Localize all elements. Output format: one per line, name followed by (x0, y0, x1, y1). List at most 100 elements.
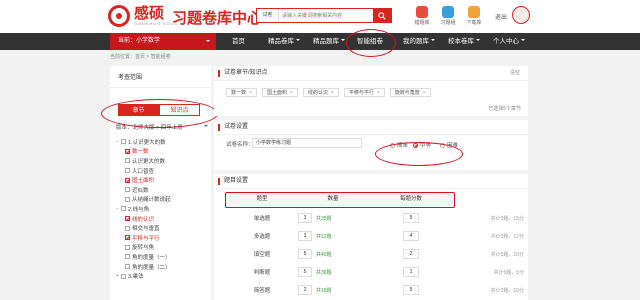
tree-section[interactable]: 旋转与角 (116, 243, 208, 253)
wrong-questions-button[interactable]: 错题库 (410, 6, 434, 26)
checkbox[interactable] (121, 206, 126, 212)
count-input[interactable]: 5 (298, 267, 312, 277)
search-button[interactable] (373, 9, 391, 22)
score-input[interactable]: 5 (403, 285, 419, 295)
subject-selector[interactable]: 当前：小学数学 (110, 33, 216, 50)
nav-school-papers[interactable]: 校本卷库 (448, 33, 480, 50)
checkbox[interactable] (125, 148, 130, 154)
logout-link[interactable]: 退出 (495, 12, 507, 21)
tree-section[interactable]: 线的认识 (116, 214, 208, 224)
nav-premium-questions[interactable]: 精品题库 (313, 33, 345, 50)
checkbox[interactable] (125, 168, 130, 174)
panel-title: 题目设置 (214, 174, 528, 189)
tree-label: 相交与垂直 (132, 226, 160, 233)
clear-button[interactable]: 清空 (510, 66, 520, 81)
count-input[interactable]: 5 (298, 249, 312, 259)
tree-section[interactable]: 角的度量（一） (116, 252, 208, 262)
checkbox[interactable] (125, 225, 130, 231)
highlight-rect (225, 192, 455, 208)
close-icon[interactable]: × (290, 89, 293, 97)
row-total: 共计5题，10分 (490, 251, 524, 258)
chevron-down-icon (341, 39, 345, 43)
checkbox[interactable] (125, 158, 130, 164)
tree-label: 近似数 (132, 187, 149, 194)
tree-section[interactable]: 数一数 (116, 147, 208, 157)
exercise-group-button[interactable]: 习题组 (436, 6, 460, 26)
available-count: 共40题 (316, 251, 332, 258)
tree-section[interactable]: 近似数 (116, 185, 208, 195)
tree-section[interactable]: 认识更大的数 (116, 156, 208, 166)
nav-personal-center[interactable]: 个人中心 (493, 33, 525, 50)
table-row: 多选题 3 共12题 4 共计3题，12分 (226, 228, 526, 244)
chevron-down-icon (204, 125, 208, 129)
row-total: 共计3题，12分 (490, 233, 524, 240)
score-input[interactable]: 2 (403, 249, 419, 259)
group-icon (442, 6, 454, 18)
tree-section[interactable]: 相交与垂直 (116, 223, 208, 233)
search-type-select[interactable]: 试卷 (257, 9, 279, 22)
close-icon[interactable]: × (377, 89, 380, 97)
close-icon[interactable]: × (423, 89, 426, 97)
checkbox[interactable] (121, 273, 126, 279)
chevron-down-icon (476, 39, 480, 43)
paper-name-input[interactable]: 小学数学练习题 (252, 138, 362, 148)
checkbox[interactable] (121, 139, 126, 145)
score-input[interactable]: 4 (403, 231, 419, 241)
count-input[interactable]: 3 (298, 231, 312, 241)
tree-label: 角的度量（一） (132, 254, 171, 261)
tree-chapter[interactable]: −1.认识更大的数 (116, 137, 208, 147)
tree-section[interactable]: 人口普查 (116, 166, 208, 176)
checkbox[interactable] (125, 196, 130, 202)
chapter-tree: −1.认识更大的数 数一数 认识更大的数 人口普查国土面积近似数 从结绳计数说起 −2.线… (116, 137, 208, 281)
selected-tag: 国土面积 × (261, 88, 298, 97)
tree-section[interactable]: 角的度量（二） (116, 262, 208, 272)
row-total: 共计3题，15分 (490, 215, 524, 222)
score-input[interactable]: 5 (403, 213, 419, 223)
tool-label: 错题库 (414, 20, 430, 26)
site-logo[interactable]: 感硕 GANSHUO EDUC (108, 5, 179, 27)
chevron-down-icon (431, 39, 435, 43)
selected-tag: 数一数 × (226, 88, 257, 97)
nav-premium-papers[interactable]: 精品卷库 (268, 33, 300, 50)
row-total: 共计5题，5分 (493, 269, 524, 276)
close-icon[interactable]: × (249, 89, 252, 97)
tree-chapter[interactable]: −2.线与角 (116, 204, 208, 214)
checkbox[interactable] (125, 254, 130, 260)
count-input[interactable]: 3 (298, 213, 312, 223)
tree-label: 旋转与角 (132, 245, 155, 252)
download-library-button[interactable]: 下载库 (462, 6, 486, 26)
tag-label: 国土面积 (266, 89, 287, 96)
score-input[interactable]: 1 (403, 267, 419, 277)
tree-section[interactable]: 国土面积 (116, 175, 208, 185)
checkbox[interactable] (125, 235, 130, 241)
count-input[interactable]: 2 (298, 285, 312, 295)
tree-chapter[interactable]: +3.乘法 (116, 271, 208, 281)
avatar[interactable] (512, 6, 530, 24)
tree-label: 国土面积 (132, 178, 155, 185)
tree-label: 角的度量（二） (132, 264, 171, 271)
nav-home[interactable]: 首页 (232, 33, 245, 50)
tree-section[interactable]: 从结绳计数说起 (116, 195, 208, 205)
tree-label: 平移与平行 (132, 235, 160, 242)
nav-label: 精品卷库 (268, 38, 294, 45)
checkbox[interactable] (125, 244, 130, 250)
available-count: 共12题 (316, 233, 332, 240)
selected-tag: 线的认识 × (302, 88, 339, 97)
tree-label: 1.认识更大的数 (128, 139, 166, 146)
checkbox[interactable] (125, 264, 130, 270)
checkbox[interactable] (125, 187, 130, 193)
scope-panel: 试卷章节/知识点 清空 数一数 × 国土面积 × 线的认识 × 平移与平行 × 旋转与角度 × 已… (214, 66, 528, 116)
question-type: 单选题 (253, 216, 271, 222)
tree-label: 线的认识 (132, 216, 155, 223)
panel-title: 试卷设置 (214, 120, 528, 135)
checkbox[interactable] (125, 216, 130, 222)
tree-section[interactable]: 平移与平行 (116, 233, 208, 243)
site-title: 习题卷库中心 (172, 10, 263, 27)
nav-my-questions[interactable]: 我的题库 (403, 33, 435, 50)
close-icon[interactable]: × (331, 89, 334, 97)
panel-title: 试卷章节/知识点 清空 (214, 66, 528, 81)
chevron-down-icon (206, 40, 210, 44)
search-input[interactable] (279, 9, 373, 22)
checkbox[interactable] (125, 177, 130, 183)
download-icon (468, 6, 480, 18)
